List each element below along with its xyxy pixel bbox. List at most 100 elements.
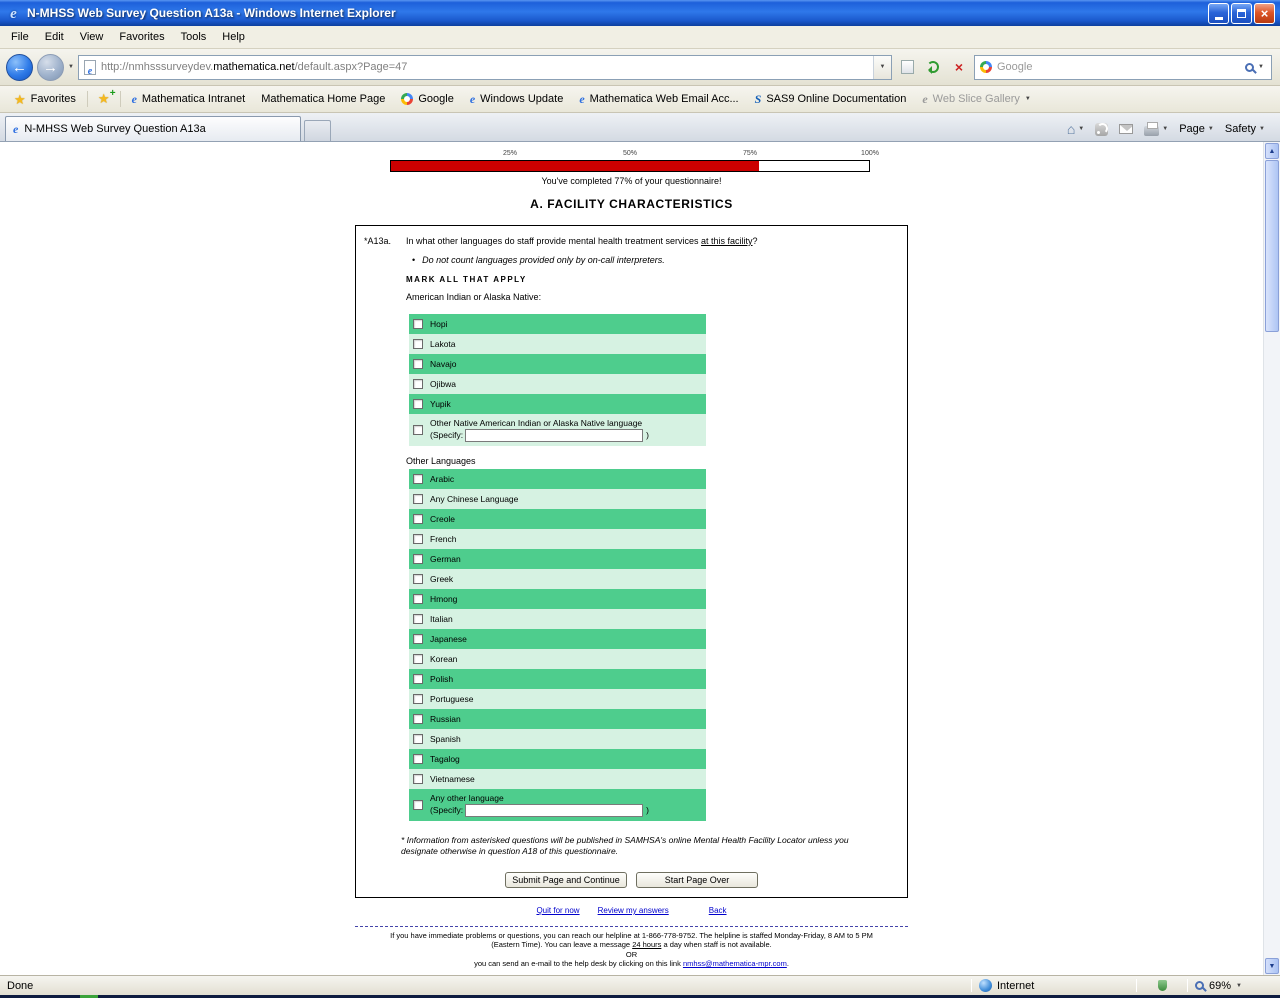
language-row-creole[interactable]: Creole	[409, 509, 706, 529]
language-row-polish[interactable]: Polish	[409, 669, 706, 689]
language-row-russian[interactable]: Russian	[409, 709, 706, 729]
tab-survey[interactable]: N-MHSS Web Survey Question A13a	[5, 116, 301, 141]
language-row-greek[interactable]: Greek	[409, 569, 706, 589]
progress-area: 25%50%75%100%	[390, 150, 870, 172]
start-over-button[interactable]: Start Page Over	[636, 872, 758, 888]
menu-help[interactable]: Help	[214, 27, 253, 47]
stop-button[interactable]: ×	[948, 55, 970, 79]
compatibility-view-button[interactable]	[896, 55, 918, 79]
language-row-vietnamese[interactable]: Vietnamese	[409, 769, 706, 789]
zoom-dropdown-icon[interactable]: ▼	[1236, 983, 1242, 989]
search-go-button[interactable]: ▼	[1242, 63, 1267, 72]
menu-view[interactable]: View	[72, 27, 112, 47]
checkbox-yupik[interactable]	[413, 399, 423, 409]
checkbox-russian[interactable]	[413, 714, 423, 724]
language-row-korean[interactable]: Korean	[409, 649, 706, 669]
language-row-yupik[interactable]: Yupik	[409, 394, 706, 414]
language-row-italian[interactable]: Italian	[409, 609, 706, 629]
menu-edit[interactable]: Edit	[37, 27, 72, 47]
specify-input[interactable]	[465, 429, 643, 442]
language-row-arabic[interactable]: Arabic	[409, 469, 706, 489]
security-zone[interactable]: Internet	[979, 979, 1129, 992]
favorite-mathematica-home-page[interactable]: Mathematica Home Page	[253, 89, 393, 109]
search-dropdown-icon[interactable]: ▼	[1258, 64, 1264, 70]
scroll-down-button[interactable]: ▼	[1265, 958, 1279, 974]
menu-file[interactable]: File	[3, 27, 37, 47]
checkbox-german[interactable]	[413, 554, 423, 564]
language-row-other[interactable]: Other Native American Indian or Alaska N…	[409, 414, 706, 446]
address-url[interactable]: http://nmhsssurveydev.mathematica.net/de…	[101, 61, 868, 73]
add-favorite-button[interactable]: ★	[91, 88, 117, 110]
language-row-hopi[interactable]: Hopi	[409, 314, 706, 334]
language-row-navajo[interactable]: Navajo	[409, 354, 706, 374]
language-row-tagalog[interactable]: Tagalog	[409, 749, 706, 769]
favorite-google[interactable]: Google	[393, 89, 461, 109]
checkbox-arabic[interactable]	[413, 474, 423, 484]
checkbox-japanese[interactable]	[413, 634, 423, 644]
favorite-windows-update[interactable]: Windows Update	[462, 89, 571, 110]
favorite-mathematica-intranet[interactable]: Mathematica Intranet	[124, 89, 254, 110]
new-tab-button[interactable]	[304, 120, 331, 141]
checkbox-navajo[interactable]	[413, 359, 423, 369]
link-back[interactable]: Back	[709, 906, 727, 915]
checkbox-lakota[interactable]	[413, 339, 423, 349]
favorites-button[interactable]: ★ Favorites	[6, 89, 84, 110]
forward-button[interactable]: →	[37, 54, 64, 81]
language-row-hmong[interactable]: Hmong	[409, 589, 706, 609]
language-row-ojibwa[interactable]: Ojibwa	[409, 374, 706, 394]
refresh-button[interactable]	[922, 55, 944, 79]
specify-input[interactable]	[465, 804, 643, 817]
checkbox-vietnamese[interactable]	[413, 774, 423, 784]
checkbox-polish[interactable]	[413, 674, 423, 684]
favorite-web-slice-gallery[interactable]: Web Slice Gallery▼	[914, 89, 1039, 110]
checkbox-korean[interactable]	[413, 654, 423, 664]
language-row-any-chinese-language[interactable]: Any Chinese Language	[409, 489, 706, 509]
language-row-spanish[interactable]: Spanish	[409, 729, 706, 749]
home-button[interactable]: ▼	[1067, 122, 1084, 136]
address-dropdown[interactable]: ▼	[873, 56, 891, 79]
checkbox-ojibwa[interactable]	[413, 379, 423, 389]
help-email-link[interactable]: nmhss@mathematica-mpr.com	[683, 959, 787, 968]
link-review-my-answers[interactable]: Review my answers	[598, 906, 669, 915]
favorite-sas9-online-documentation[interactable]: SAS9 Online Documentation	[747, 89, 915, 110]
language-row-portuguese[interactable]: Portuguese	[409, 689, 706, 709]
language-row-german[interactable]: German	[409, 549, 706, 569]
checkbox-other-language[interactable]	[413, 800, 423, 810]
maximize-button[interactable]	[1231, 3, 1252, 24]
print-button[interactable]: ▼	[1144, 123, 1168, 136]
scroll-up-button[interactable]: ▲	[1265, 143, 1279, 159]
checkbox-greek[interactable]	[413, 574, 423, 584]
checkbox-italian[interactable]	[413, 614, 423, 624]
language-row-lakota[interactable]: Lakota	[409, 334, 706, 354]
history-dropdown-icon[interactable]: ▼	[68, 64, 74, 70]
menu-favorites[interactable]: Favorites	[111, 27, 172, 47]
close-button[interactable]: ×	[1254, 3, 1275, 24]
language-row-japanese[interactable]: Japanese	[409, 629, 706, 649]
safety-menu-button[interactable]: Safety▼	[1225, 123, 1265, 135]
minimize-button[interactable]	[1208, 3, 1229, 24]
scrollbar-thumb[interactable]	[1265, 160, 1279, 332]
search-box[interactable]: Google ▼	[974, 55, 1272, 80]
menu-tools[interactable]: Tools	[173, 27, 215, 47]
checkbox-hopi[interactable]	[413, 319, 423, 329]
address-bar[interactable]: http://nmhsssurveydev.mathematica.net/de…	[78, 55, 892, 80]
checkbox-french[interactable]	[413, 534, 423, 544]
submit-button[interactable]: Submit Page and Continue	[505, 872, 627, 888]
favorite-mathematica-web-email-acc[interactable]: Mathematica Web Email Acc...	[571, 89, 746, 110]
checkbox-spanish[interactable]	[413, 734, 423, 744]
checkbox-tagalog[interactable]	[413, 754, 423, 764]
checkbox-creole[interactable]	[413, 514, 423, 524]
back-button[interactable]: ←	[6, 54, 33, 81]
checkbox-other-language[interactable]	[413, 425, 423, 435]
page-menu-button[interactable]: Page▼	[1179, 123, 1214, 135]
checkbox-any-chinese-language[interactable]	[413, 494, 423, 504]
checkbox-portuguese[interactable]	[413, 694, 423, 704]
read-mail-button[interactable]	[1119, 124, 1133, 134]
vertical-scrollbar[interactable]: ▲ ▼	[1263, 142, 1280, 975]
checkbox-hmong[interactable]	[413, 594, 423, 604]
zoom-control[interactable]: 69% ▼	[1195, 980, 1273, 992]
language-row-french[interactable]: French	[409, 529, 706, 549]
language-row-other[interactable]: Any other language(Specify:)	[409, 789, 706, 821]
link-quit-for-now[interactable]: Quit for now	[536, 906, 579, 915]
feeds-button[interactable]	[1095, 123, 1108, 136]
